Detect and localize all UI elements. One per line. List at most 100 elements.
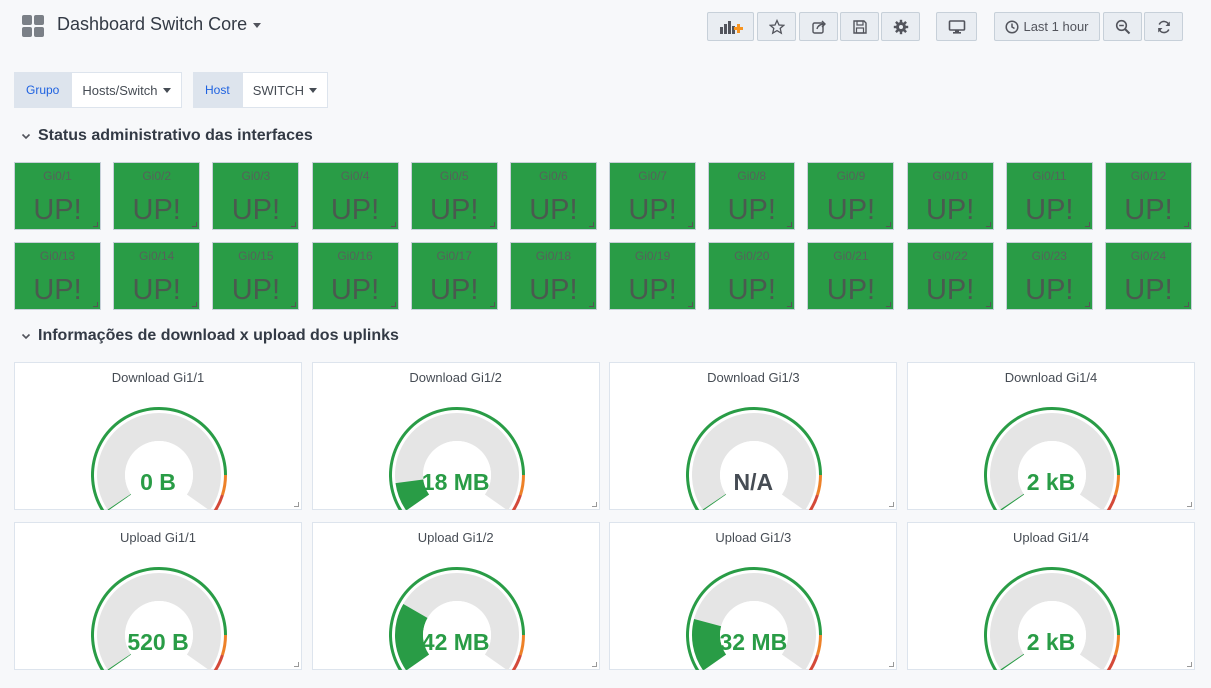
panel-title: Upload Gi1/1 — [120, 530, 196, 545]
resize-handle[interactable] — [390, 302, 396, 307]
resize-handle[interactable] — [787, 222, 793, 227]
grid-icon[interactable] — [22, 15, 44, 37]
resize-handle[interactable] — [886, 222, 892, 227]
interface-status-tile[interactable]: Gi0/22 UP! — [906, 242, 994, 310]
resize-handle[interactable] — [787, 302, 793, 307]
resize-handle[interactable] — [192, 222, 198, 227]
interface-status-tile[interactable]: Gi0/3 UP! — [212, 162, 300, 230]
gauge-value: 32 MB — [719, 629, 788, 655]
chevron-down-icon — [21, 333, 31, 340]
resize-handle[interactable] — [591, 662, 597, 667]
resize-handle[interactable] — [688, 222, 694, 227]
dashboard-title: Dashboard Switch Core — [57, 14, 248, 34]
interface-status-tile[interactable]: Gi0/13 UP! — [14, 242, 101, 310]
interface-status-tile[interactable]: Gi0/16 UP! — [311, 242, 399, 310]
gauge-panel[interactable]: Upload Gi1/3 32 MB — [609, 522, 898, 670]
interface-name: Gi0/14 — [138, 249, 175, 263]
resize-handle[interactable] — [591, 502, 597, 507]
interface-status-tile[interactable]: Gi0/14 UP! — [113, 242, 201, 310]
interface-status-tile[interactable]: Gi0/11 UP! — [1005, 162, 1093, 230]
resize-handle[interactable] — [1183, 222, 1189, 227]
resize-handle[interactable] — [1084, 222, 1090, 227]
interface-status-tile[interactable]: Gi0/5 UP! — [410, 162, 498, 230]
variable-value: Hosts/Switch — [82, 82, 158, 98]
variable-host: Host SWITCH — [193, 72, 328, 108]
resize-handle[interactable] — [985, 302, 991, 307]
variable-label: Host — [193, 72, 242, 108]
tv-mode-button[interactable] — [936, 12, 977, 41]
gauge-panel[interactable]: Upload Gi1/2 42 MB — [311, 522, 600, 670]
resize-handle[interactable] — [294, 662, 299, 667]
resize-handle[interactable] — [93, 302, 98, 307]
resize-handle[interactable] — [294, 502, 299, 507]
resize-handle[interactable] — [1187, 502, 1192, 507]
interface-name: Gi0/24 — [1130, 249, 1167, 263]
resize-handle[interactable] — [1187, 662, 1192, 667]
save-button[interactable] — [840, 12, 879, 41]
resize-handle[interactable] — [889, 502, 895, 507]
resize-handle[interactable] — [291, 302, 297, 307]
resize-handle[interactable] — [489, 222, 495, 227]
resize-handle[interactable] — [93, 222, 98, 227]
interface-status-tile[interactable]: Gi0/18 UP! — [509, 242, 597, 310]
resize-handle[interactable] — [588, 302, 594, 307]
resize-handle[interactable] — [985, 222, 991, 227]
resize-handle[interactable] — [192, 302, 198, 307]
interface-status-tile[interactable]: Gi0/15 UP! — [212, 242, 300, 310]
star-icon — [768, 18, 785, 35]
gauge-panel[interactable]: Download Gi1/4 2 kB — [907, 362, 1195, 510]
variable-host-dropdown[interactable]: SWITCH — [241, 72, 328, 108]
gauge-panel[interactable]: Upload Gi1/4 2 kB — [907, 522, 1195, 670]
interface-name: Gi0/5 — [439, 169, 469, 183]
dashboard-title-picker[interactable]: Dashboard Switch Core — [57, 14, 262, 35]
resize-handle[interactable] — [889, 662, 895, 667]
zoom-out-button[interactable] — [1103, 12, 1142, 41]
interface-status-tile[interactable]: Gi0/19 UP! — [609, 242, 697, 310]
resize-handle[interactable] — [1183, 302, 1189, 307]
interface-name: Gi0/20 — [734, 249, 770, 263]
interface-status-tile[interactable]: Gi0/20 UP! — [708, 242, 796, 310]
resize-handle[interactable] — [688, 302, 694, 307]
gauge-value: 2 kB — [1026, 469, 1076, 495]
interface-status-tile[interactable]: Gi0/8 UP! — [708, 162, 796, 230]
resize-handle[interactable] — [291, 222, 297, 227]
interface-status-tile[interactable]: Gi0/17 UP! — [410, 242, 498, 310]
interface-status-tile[interactable]: Gi0/2 UP! — [113, 162, 201, 230]
gauge-value: 0 B — [140, 469, 176, 495]
row-uplinks-toggle[interactable]: Informações de download x upload dos upl… — [20, 327, 399, 345]
star-button[interactable] — [757, 12, 796, 41]
interface-status: UP! — [925, 194, 975, 226]
interface-status-tile[interactable]: Gi0/23 UP! — [1005, 242, 1093, 310]
variable-grupo-dropdown[interactable]: Hosts/Switch — [71, 72, 182, 108]
resize-handle[interactable] — [390, 222, 396, 227]
interface-name: Gi0/6 — [539, 169, 568, 183]
refresh-button[interactable] — [1144, 12, 1183, 41]
resize-handle[interactable] — [489, 302, 495, 307]
interface-status-tile[interactable]: Gi0/6 UP! — [509, 162, 597, 230]
interface-name: Gi0/22 — [932, 249, 968, 263]
caret-down-icon — [253, 22, 262, 28]
chevron-down-icon — [21, 133, 31, 140]
interface-status-tile[interactable]: Gi0/21 UP! — [807, 242, 895, 310]
gauge-panel[interactable]: Download Gi1/3 N/A — [609, 362, 898, 510]
interface-status-tile[interactable]: Gi0/4 UP! — [311, 162, 399, 230]
add-panel-button[interactable] — [707, 12, 754, 41]
gauge-panel[interactable]: Download Gi1/1 0 B — [14, 362, 302, 510]
gauge-panel[interactable]: Upload Gi1/1 520 B — [14, 522, 302, 670]
share-button[interactable] — [799, 12, 838, 41]
time-picker-button[interactable]: Last 1 hour — [994, 12, 1100, 41]
variable-value: SWITCH — [252, 82, 304, 98]
settings-button[interactable] — [881, 12, 920, 41]
resize-handle[interactable] — [886, 302, 892, 307]
interface-status-tile[interactable]: Gi0/10 UP! — [906, 162, 994, 230]
interface-status-tile[interactable]: Gi0/12 UP! — [1104, 162, 1192, 230]
interface-status-tile[interactable]: Gi0/7 UP! — [609, 162, 697, 230]
row-status-toggle[interactable]: Status administrativo das interfaces — [20, 127, 313, 145]
gauge-panel[interactable]: Download Gi1/2 18 MB — [311, 362, 600, 510]
resize-handle[interactable] — [1084, 302, 1090, 307]
resize-handle[interactable] — [588, 222, 594, 227]
interface-status-tile[interactable]: Gi0/9 UP! — [807, 162, 895, 230]
interface-status-tile[interactable]: Gi0/24 UP! — [1104, 242, 1192, 310]
interface-name: Gi0/3 — [241, 169, 271, 183]
interface-status-tile[interactable]: Gi0/1 UP! — [14, 162, 101, 230]
